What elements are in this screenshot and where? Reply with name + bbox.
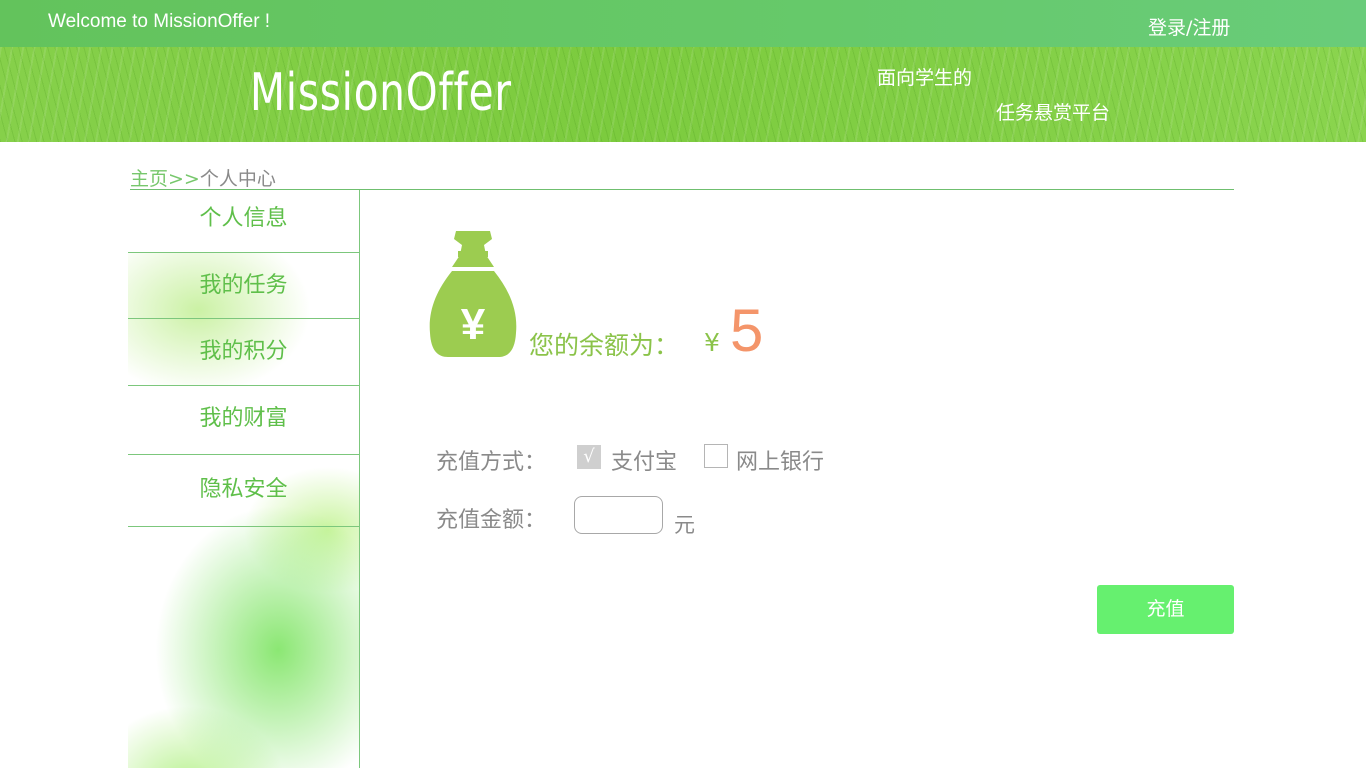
alipay-checkbox[interactable]: √ bbox=[577, 445, 601, 469]
online-banking-checkbox[interactable] bbox=[704, 444, 728, 468]
slogan-line-1: 面向学生的 bbox=[877, 67, 973, 89]
welcome-text: Welcome to MissionOffer ! bbox=[48, 11, 271, 32]
banner: MissionOffer 面向学生的 任务悬赏平台 bbox=[0, 47, 1366, 142]
slogan-line-2: 任务悬赏平台 bbox=[996, 102, 1111, 124]
yen-symbol: ¥ bbox=[461, 300, 486, 349]
recharge-amount-input[interactable] bbox=[574, 496, 663, 534]
sidebar-nav: 个人信息 我的任务 我的积分 我的财富 隐私安全 bbox=[128, 190, 360, 768]
sidebar-item-my-tasks[interactable]: 我的任务 bbox=[128, 253, 359, 319]
sidebar-item-personal-info[interactable]: 个人信息 bbox=[128, 190, 359, 253]
breadcrumb-separator: >> bbox=[168, 168, 200, 190]
breadcrumb: 主页>>个人中心 bbox=[130, 164, 276, 191]
breadcrumb-current: 个人中心 bbox=[199, 168, 276, 190]
balance-value: 5 bbox=[730, 297, 764, 364]
recharge-amount-label: 充值金额： bbox=[436, 508, 547, 533]
online-banking-option-label[interactable]: 网上银行 bbox=[736, 444, 824, 476]
money-bag-icon: ¥ bbox=[429, 231, 517, 357]
recharge-button[interactable]: 充值 bbox=[1097, 585, 1234, 634]
sidebar-item-privacy-security[interactable]: 隐私安全 bbox=[128, 455, 359, 527]
sidebar-item-my-points[interactable]: 我的积分 bbox=[128, 319, 359, 386]
login-register-link[interactable]: 登录/注册 bbox=[1148, 13, 1230, 40]
amount-unit: 元 bbox=[674, 513, 695, 537]
site-logo[interactable]: MissionOffer bbox=[250, 63, 512, 123]
alipay-option-label[interactable]: 支付宝 bbox=[611, 444, 677, 476]
balance-currency: ¥ bbox=[704, 328, 720, 357]
recharge-method-label: 充值方式： bbox=[436, 450, 547, 475]
balance-label: 您的余额为： bbox=[529, 331, 680, 360]
top-bar: Welcome to MissionOffer ! 登录/注册 bbox=[0, 0, 1366, 47]
breadcrumb-home-link[interactable]: 主页 bbox=[130, 168, 168, 190]
sidebar-item-my-wealth[interactable]: 我的财富 bbox=[128, 385, 359, 455]
